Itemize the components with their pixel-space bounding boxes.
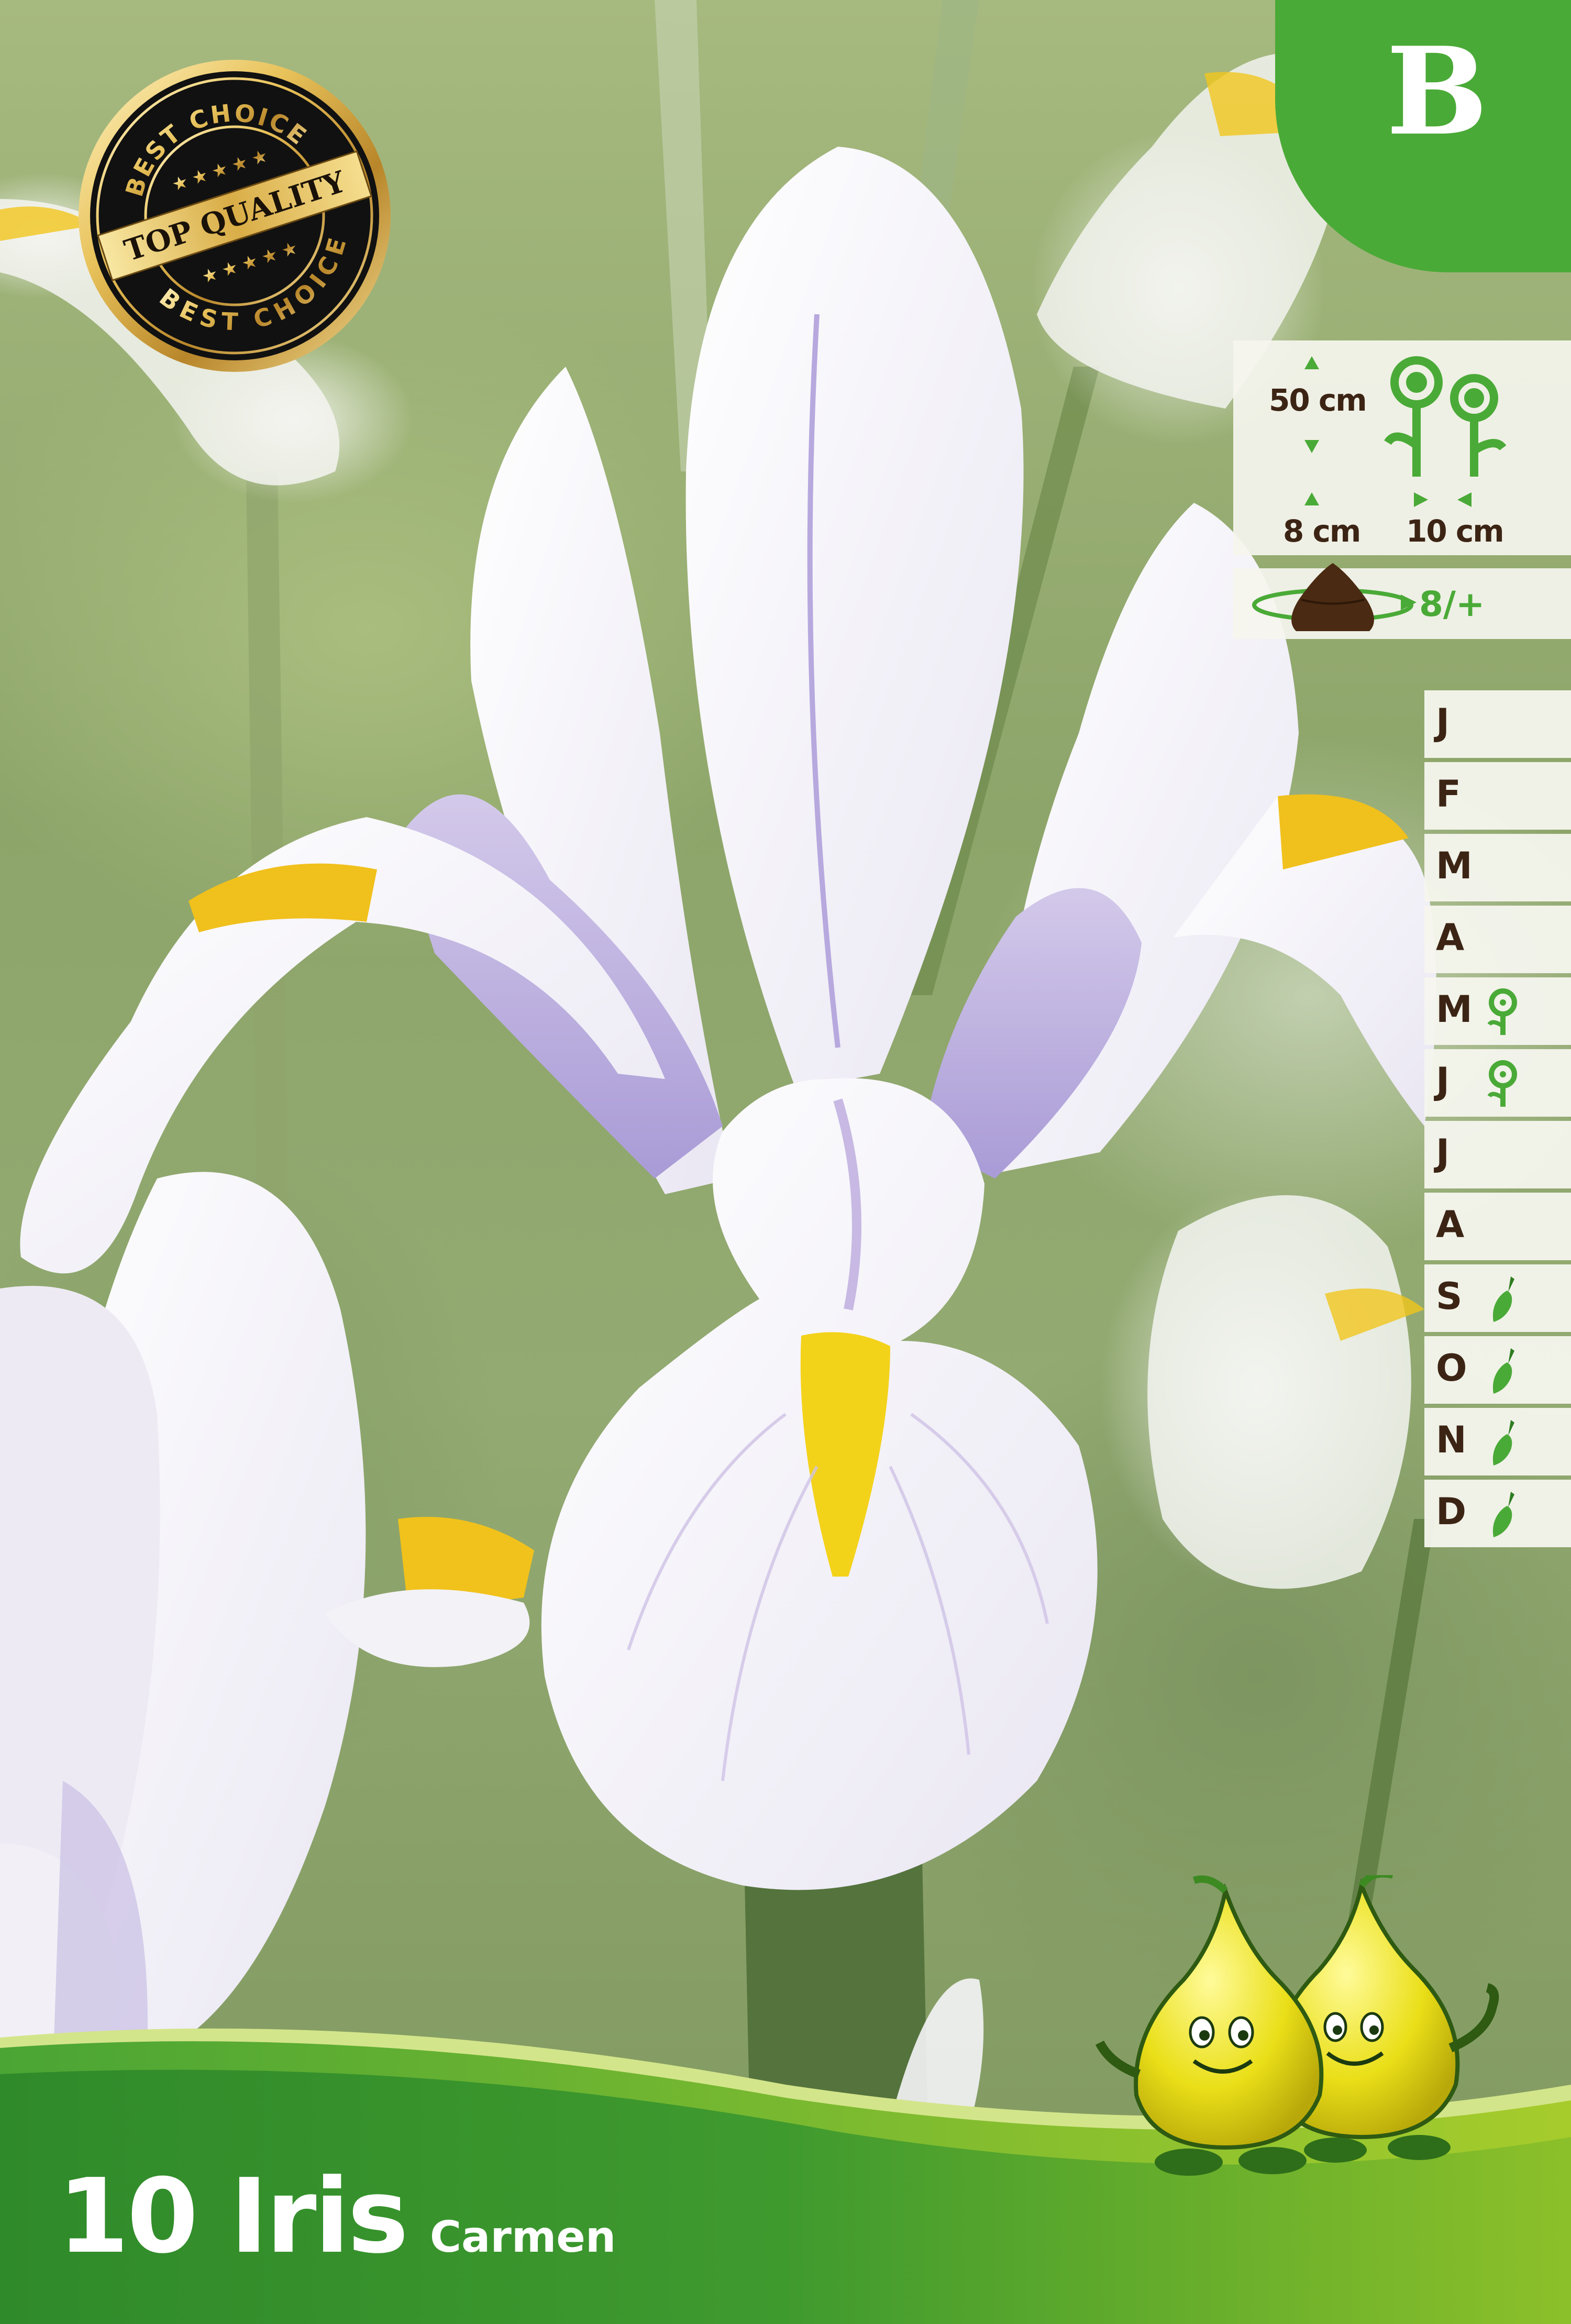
calendar-month-label: J — [1436, 1060, 1450, 1103]
calendar-month: D — [1424, 1480, 1571, 1547]
arrow-down-icon — [1304, 440, 1319, 453]
arrow-up-icon — [1304, 356, 1319, 369]
calendar-month-label: D — [1436, 1490, 1467, 1533]
depth-arrow-icon — [1304, 492, 1319, 505]
calendar-month: M — [1424, 834, 1571, 901]
arrow-left-icon — [1457, 492, 1472, 507]
spacing-flowers-icon — [1384, 356, 1507, 477]
calendar-month-label: J — [1436, 1131, 1450, 1174]
calendar-month: J — [1424, 1121, 1571, 1188]
trowel-icon — [1492, 1348, 1514, 1394]
top-quality-seal: BEST CHOICE BEST CHOICE TOP QUALITY ★ ★ … — [78, 59, 392, 373]
calendar-month: J — [1424, 690, 1571, 758]
trowel-icon — [1492, 1420, 1514, 1466]
seal-badge-icon: BEST CHOICE BEST CHOICE TOP QUALITY ★ ★ … — [79, 60, 391, 372]
calendar-month-label: F — [1436, 773, 1461, 816]
calendar-month-label: N — [1436, 1418, 1467, 1461]
product-title: 10 Iris Carmen — [58, 2157, 616, 2276]
calendar-month-label: S — [1436, 1275, 1463, 1318]
calendar-month-label: M — [1436, 988, 1473, 1031]
calendar-month-label: A — [1436, 916, 1465, 959]
size-class-letter: B — [1386, 21, 1488, 162]
product-variety: Carmen — [429, 2212, 616, 2262]
calendar-month: A — [1424, 1193, 1571, 1260]
plant-height-text: 50 cm — [1269, 382, 1367, 418]
bulb-circumference-icon — [1252, 563, 1417, 631]
calendar-month: J — [1424, 1049, 1571, 1117]
planting-spacing-text: 10 cm — [1406, 513, 1504, 549]
calendar-month: A — [1424, 906, 1571, 973]
planting-info-panel: 50 cm 8 cm 10 cm — [1233, 340, 1571, 555]
calendar-month: S — [1424, 1264, 1571, 1332]
calendar-month-label: M — [1436, 844, 1473, 887]
product-name: 10 Iris — [58, 2157, 408, 2276]
planting-depth-text: 8 cm — [1283, 513, 1361, 549]
bulb-size-text: 8/+ — [1419, 584, 1485, 624]
calendar-month-label: O — [1436, 1347, 1467, 1390]
mascot-left — [1095, 1875, 1324, 2176]
calendar-month: O — [1424, 1336, 1571, 1404]
trowel-icon — [1492, 1492, 1514, 1537]
flower-icon — [1487, 988, 1517, 1035]
calendar-month: M — [1424, 977, 1571, 1045]
calendar-month: N — [1424, 1408, 1571, 1475]
bulb-mascots-icon — [1095, 1875, 1499, 2176]
calendar-month-label: A — [1436, 1203, 1465, 1246]
flower-icon — [1487, 1060, 1517, 1107]
arrow-right-icon — [1414, 492, 1428, 507]
bulb-size-panel: 8/+ — [1233, 563, 1571, 639]
trowel-icon — [1492, 1276, 1514, 1322]
month-calendar: JFMAMJJASOND — [1424, 690, 1571, 1551]
calendar-month: F — [1424, 762, 1571, 830]
calendar-month-label: J — [1436, 701, 1450, 744]
